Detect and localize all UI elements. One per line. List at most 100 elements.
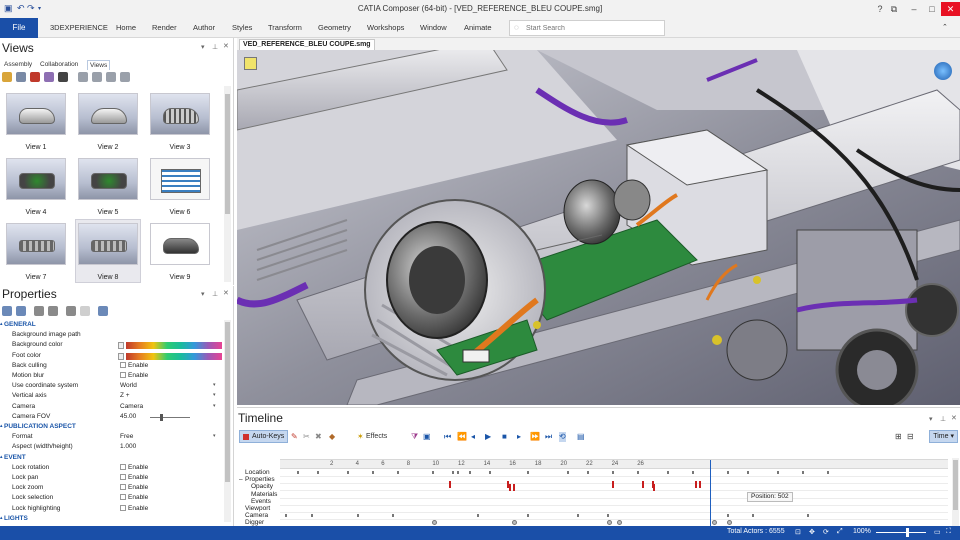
collapse-icon[interactable]: ▴ <box>0 515 3 521</box>
color-picker[interactable] <box>126 342 222 350</box>
checkbox[interactable] <box>120 474 126 480</box>
property-checkbox[interactable]: Enable <box>120 484 148 491</box>
zoom-out-timeline-icon[interactable]: ⊟ <box>907 432 914 442</box>
camera-add-icon[interactable] <box>91 72 102 82</box>
camera-keyframe[interactable] <box>477 514 479 517</box>
go-start-icon[interactable]: ⏮ <box>444 432 451 442</box>
view-thumbnail[interactable] <box>6 93 66 135</box>
tab-animate[interactable]: Animate <box>464 18 492 38</box>
view-properties-icon[interactable] <box>43 72 54 82</box>
digger-keyframe[interactable] <box>712 520 717 525</box>
close-button[interactable]: ✕ <box>941 2 960 16</box>
panel-close-icon[interactable]: ✕ <box>223 289 229 297</box>
keyframe[interactable] <box>457 471 459 474</box>
tab-views[interactable]: Views <box>87 60 111 70</box>
track-row[interactable] <box>280 519 948 521</box>
keyframe[interactable] <box>637 471 639 474</box>
tab-author[interactable]: Author <box>193 18 215 38</box>
grid-icon[interactable] <box>97 306 108 316</box>
panel-menu-icon[interactable]: ▾ <box>201 290 205 298</box>
effects-icon[interactable]: ✶ <box>357 432 364 442</box>
keyframe[interactable] <box>527 471 529 474</box>
keyframe[interactable] <box>469 471 471 474</box>
tab-collaboration[interactable]: Collaboration <box>38 60 80 70</box>
fit-all-icon[interactable]: ⤢ <box>837 528 843 536</box>
checkbox[interactable] <box>120 494 126 501</box>
file-menu-button[interactable]: File <box>0 18 38 38</box>
opacity-keyframe[interactable] <box>695 481 697 488</box>
ribbon-collapse-icon[interactable]: ⌃ <box>942 18 948 38</box>
viewport-thumbnail-icon[interactable] <box>244 57 257 70</box>
panel-close-icon[interactable]: ✕ <box>951 414 957 422</box>
property-checkbox[interactable]: Enable <box>120 474 148 481</box>
checkbox[interactable] <box>120 361 126 368</box>
keyframe[interactable] <box>317 471 319 474</box>
tab-3dexperience[interactable]: 3DEXPERIENCE <box>50 18 108 38</box>
track-row[interactable] <box>280 497 948 499</box>
property-section[interactable]: ▴ EVENT <box>0 453 226 463</box>
3d-viewport[interactable] <box>237 50 960 405</box>
paint-key-icon[interactable]: ◆ <box>329 432 335 442</box>
checkbox[interactable] <box>120 484 126 491</box>
keyframe[interactable] <box>587 471 589 474</box>
view-thumbnail[interactable] <box>150 93 210 135</box>
keyframe[interactable] <box>827 471 829 474</box>
view-thumbnail[interactable] <box>150 223 210 265</box>
digger-keyframe[interactable] <box>432 520 437 525</box>
keyframe[interactable] <box>432 471 434 474</box>
camera-keyframe[interactable] <box>807 514 809 517</box>
tab-geometry[interactable]: Geometry <box>318 18 351 38</box>
property-value[interactable]: 45.00 <box>120 413 136 420</box>
property-checkbox[interactable]: Enable <box>120 361 148 369</box>
tab-transform[interactable]: Transform <box>268 18 302 38</box>
panel-menu-icon[interactable]: ▾ <box>929 415 933 423</box>
keyframe[interactable] <box>777 471 779 474</box>
track-label[interactable]: Camera <box>245 512 268 519</box>
restore-ribbon-button[interactable]: ⧉ <box>883 2 905 16</box>
tab-assembly[interactable]: Assembly <box>2 60 34 70</box>
prev-key-icon[interactable]: ⏪ <box>457 432 467 442</box>
select-icon[interactable]: ⊡ <box>795 528 801 536</box>
time-mode-dropdown[interactable]: Time ▾ <box>929 430 958 443</box>
unlink-icon[interactable] <box>47 306 58 316</box>
time-cursor[interactable] <box>710 460 711 526</box>
property-section[interactable]: ▴ GENERAL <box>0 320 226 330</box>
property-select[interactable]: World <box>120 382 137 389</box>
zoom-fit-icon[interactable]: ▭ <box>934 528 941 536</box>
camera-delete-icon[interactable] <box>119 72 130 82</box>
panel-menu-icon[interactable]: ▾ <box>201 43 205 51</box>
camera-keyframe[interactable] <box>285 514 287 517</box>
view-thumbnail[interactable] <box>78 158 138 200</box>
create-view-icon[interactable] <box>2 72 12 82</box>
track-label[interactable]: Viewport <box>245 505 270 512</box>
camera-keyframe[interactable] <box>752 514 754 517</box>
camera-keyframe[interactable] <box>577 514 579 517</box>
digger-keyframe[interactable] <box>727 520 732 525</box>
keyframe[interactable] <box>297 471 299 474</box>
keyframe[interactable] <box>667 471 669 474</box>
camera-keyframe[interactable] <box>311 514 313 517</box>
keyframe[interactable] <box>347 471 349 474</box>
keyframe[interactable] <box>397 471 399 474</box>
keyframe[interactable] <box>612 471 614 474</box>
view-thumbnail[interactable] <box>150 158 210 200</box>
collapse-icon[interactable]: ▴ <box>0 423 3 429</box>
tab-window[interactable]: Window <box>420 18 447 38</box>
zoom-slider[interactable] <box>876 528 926 537</box>
keyframe[interactable] <box>747 471 749 474</box>
digger-keyframe[interactable] <box>607 520 612 525</box>
color-swatch[interactable] <box>118 342 124 350</box>
track-label[interactable]: Events <box>251 498 271 505</box>
document-tab[interactable]: VED_REFERENCE_BLEU COUPE.smg <box>239 39 375 50</box>
track-row[interactable] <box>280 512 948 513</box>
color-swatch[interactable] <box>118 352 124 360</box>
loop-icon[interactable]: ⟲ <box>559 432 566 442</box>
rotate-icon[interactable]: ⟳ <box>823 528 829 536</box>
link-icon[interactable] <box>33 306 44 316</box>
pan-icon[interactable]: ✥ <box>809 528 815 536</box>
auto-keys-button[interactable]: Auto-Keys <box>239 430 289 443</box>
timeline-settings-icon[interactable]: ▤ <box>577 432 585 442</box>
tab-workshops[interactable]: Workshops <box>367 18 404 38</box>
track-expander[interactable]: – <box>239 476 243 483</box>
view-thumbnail[interactable] <box>6 158 66 200</box>
